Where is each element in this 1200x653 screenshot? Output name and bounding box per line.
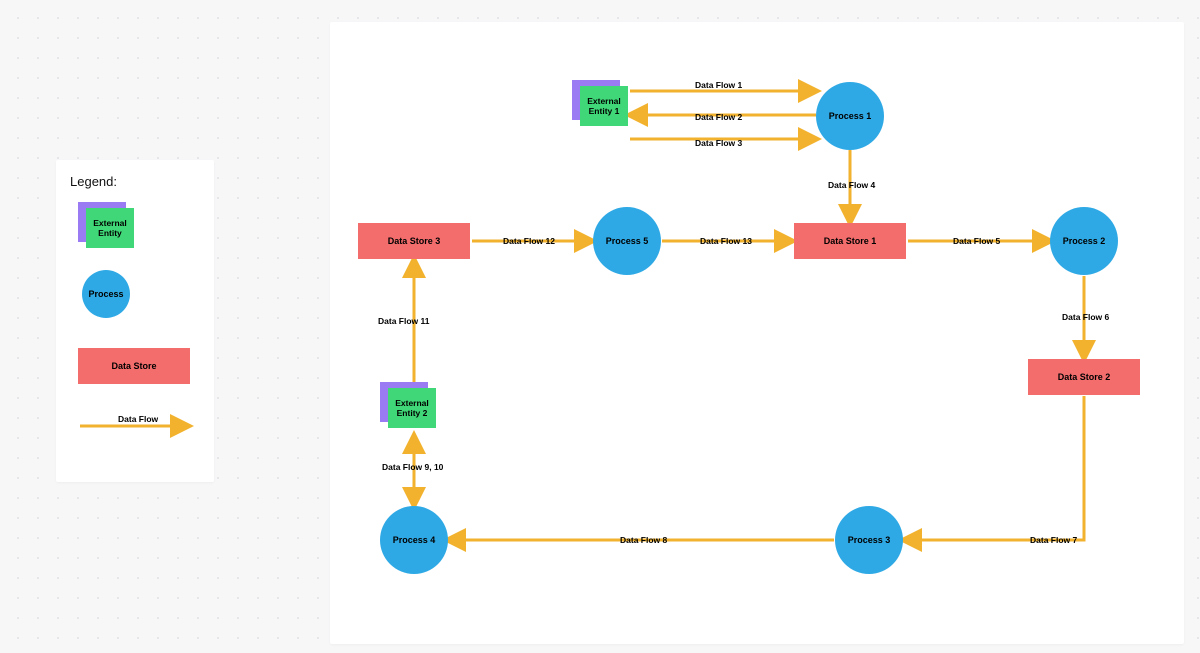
flow-label-12: Data Flow 12 [503,236,555,246]
node-process-2[interactable]: Process 2 [1050,207,1118,275]
node-process-4-label: Process 4 [393,535,436,545]
flow-label-6: Data Flow 6 [1062,312,1109,322]
node-external-entity-1[interactable]: ExternalEntity 1 [572,80,628,126]
node-external-entity-2[interactable]: ExternalEntity 2 [380,382,436,428]
node-process-2-label: Process 2 [1063,236,1106,246]
node-external-entity-1-label: ExternalEntity 1 [580,86,628,126]
flow-arrows [330,22,1184,644]
legend-external-entity-label: ExternalEntity [86,208,134,248]
node-process-1-label: Process 1 [829,111,872,121]
node-process-3-label: Process 3 [848,535,891,545]
node-data-store-2-label: Data Store 2 [1058,372,1111,382]
legend-title: Legend: [70,174,117,189]
flow-label-13: Data Flow 13 [700,236,752,246]
node-process-5-label: Process 5 [606,236,649,246]
legend-data-store-icon: Data Store [78,348,190,384]
legend-process-label: Process [88,289,123,299]
legend-process-icon: Process [82,270,130,318]
node-process-4[interactable]: Process 4 [380,506,448,574]
node-data-store-3[interactable]: Data Store 3 [358,223,470,259]
flow-label-5: Data Flow 5 [953,236,1000,246]
flow-label-11: Data Flow 11 [378,316,430,326]
node-external-entity-2-label: ExternalEntity 2 [388,388,436,428]
diagram-canvas[interactable]: ExternalEntity 1 Process 1 Data Store 3 … [330,22,1184,644]
node-process-3[interactable]: Process 3 [835,506,903,574]
flow-label-4: Data Flow 4 [828,180,875,190]
legend-data-store-label: Data Store [111,361,156,371]
flow-label-2: Data Flow 2 [695,112,742,122]
flow-label-3: Data Flow 3 [695,138,742,148]
node-process-1[interactable]: Process 1 [816,82,884,150]
legend-external-entity-icon: ExternalEntity [78,202,134,248]
flow-label-9-10: Data Flow 9, 10 [382,462,443,472]
flow-label-1: Data Flow 1 [695,80,742,90]
legend-data-flow-label: Data Flow [118,414,158,424]
legend-panel: Legend: ExternalEntity Process Data Stor… [56,160,214,482]
node-data-store-3-label: Data Store 3 [388,236,441,246]
node-data-store-2[interactable]: Data Store 2 [1028,359,1140,395]
node-process-5[interactable]: Process 5 [593,207,661,275]
flow-label-8: Data Flow 8 [620,535,667,545]
node-data-store-1[interactable]: Data Store 1 [794,223,906,259]
node-data-store-1-label: Data Store 1 [824,236,877,246]
flow-label-7: Data Flow 7 [1030,535,1077,545]
